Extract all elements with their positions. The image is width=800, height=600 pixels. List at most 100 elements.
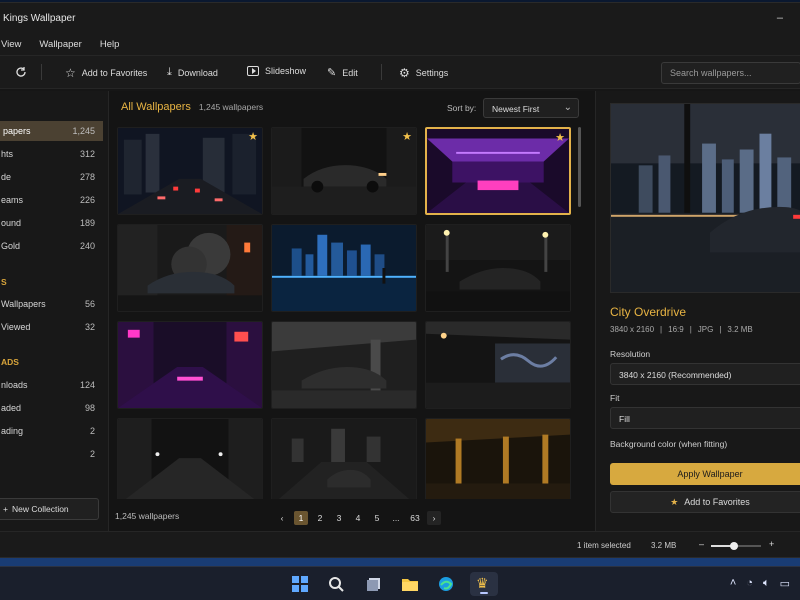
zoom-slider[interactable] xyxy=(711,542,761,550)
wallpaper-grid: ★ ★ ★ xyxy=(117,127,577,499)
sidebar-section-favorites: S xyxy=(1,277,7,287)
page-2[interactable]: 2 xyxy=(313,511,327,525)
download-button[interactable]: ⤓ Download xyxy=(167,66,218,79)
search-input[interactable]: Search wallpapers... xyxy=(661,62,800,84)
tray-chevron-up-icon[interactable]: ˄ xyxy=(730,577,736,590)
add-to-favorites-label: Add to Favorites xyxy=(81,68,148,78)
wallpaper-meta: 3840 x 2160 | 16:9 | JPG | 3.2 MB xyxy=(610,325,753,334)
sidebar-item-all-wallpapers[interactable]: papers 1,245 xyxy=(0,121,103,141)
page-1[interactable]: 1 xyxy=(294,511,308,525)
menu-help[interactable]: Help xyxy=(100,39,120,50)
sort-by-label: Sort by: xyxy=(447,103,477,113)
plus-icon: + xyxy=(3,504,8,514)
sidebar-item-other[interactable]: 2 xyxy=(0,444,103,464)
sidebar-item-nights[interactable]: hts 312 xyxy=(0,144,103,164)
file-explorer-icon[interactable] xyxy=(400,574,420,594)
wifi-icon[interactable]: ◔ xyxy=(746,577,753,590)
sidebar-item-recently-viewed[interactable]: Viewed 32 xyxy=(0,317,103,337)
sidebar-item-count: 56 xyxy=(84,299,95,309)
minimize-button[interactable]: – xyxy=(777,12,783,24)
thumbnail-dark-car-alley[interactable]: ★ xyxy=(271,127,417,215)
sidebar-item-label: ading xyxy=(1,426,24,436)
details-panel: City Overdrive 3840 x 2160 | 16:9 | JPG … xyxy=(595,91,800,531)
sidebar-item-count: 1,245 xyxy=(72,126,95,136)
sidebar-item-label: papers xyxy=(3,126,31,136)
sidebar-item-favorite-wallpapers[interactable]: Wallpapers 56 xyxy=(0,294,103,314)
wallpaper-browser: All Wallpapers 1,245 wallpapers Sort by:… xyxy=(109,91,595,531)
zoom-in-icon[interactable]: + xyxy=(769,539,774,549)
apply-wallpaper-button[interactable]: Apply Wallpaper xyxy=(610,463,800,485)
thumbnail-bridge-car[interactable] xyxy=(271,321,417,409)
sidebar-item-count: 124 xyxy=(79,380,95,390)
download-label: Download xyxy=(177,67,218,78)
thumbnail-wet-avenue[interactable] xyxy=(117,418,263,499)
thumbnail-smoke-car[interactable] xyxy=(117,224,263,312)
favorite-star-icon[interactable]: ★ xyxy=(555,131,565,144)
new-collection-button[interactable]: + New Collection xyxy=(0,498,99,520)
prev-page-icon[interactable]: ‹ xyxy=(275,511,289,525)
resolution-select[interactable]: 3840 x 2160 (Recommended) xyxy=(610,363,800,385)
sidebar-item-count: 278 xyxy=(79,172,95,182)
edit-button[interactable]: ✎ Edit xyxy=(327,66,358,79)
settings-button[interactable]: ⚙ Settings xyxy=(399,66,448,80)
favorite-star-icon[interactable]: ★ xyxy=(402,130,412,143)
kings-wallpaper-taskbar-button[interactable]: ♛ xyxy=(470,572,498,596)
fit-select[interactable]: Fill xyxy=(610,407,800,429)
resolution-label: Resolution xyxy=(610,349,651,359)
thumbnail-golden-bridge[interactable] xyxy=(425,418,571,499)
add-favorites-label: Add to Favorites xyxy=(684,497,750,507)
sidebar-item-underground[interactable]: ound 189 xyxy=(0,213,103,233)
refresh-icon xyxy=(16,67,26,77)
menu-view[interactable]: View xyxy=(1,39,21,50)
new-collection-label: New Collection xyxy=(11,504,69,514)
resolution-text: 3840 x 2160 xyxy=(610,325,655,334)
battery-icon[interactable]: ▭ xyxy=(780,577,790,590)
details-add-favorites-button[interactable]: ★ Add to Favorites xyxy=(610,491,800,513)
file-size: 3.2 MB xyxy=(727,325,753,334)
sidebar-item-downloading[interactable]: ading 2 xyxy=(0,421,103,441)
title-bar: Kings Wallpaper – xyxy=(0,3,800,33)
crown-icon: ♛ xyxy=(476,575,489,591)
thumbnail-purple-tunnel[interactable]: ★ xyxy=(425,127,571,215)
add-to-favorites-button[interactable]: ☆ Add to Favorites xyxy=(65,66,147,80)
refresh-button[interactable] xyxy=(15,66,27,78)
page-4[interactable]: 4 xyxy=(351,511,365,525)
favorite-star-icon[interactable]: ★ xyxy=(248,130,258,143)
thumbnail-blue-skyline[interactable] xyxy=(271,224,417,312)
zoom-out-icon[interactable]: – xyxy=(699,539,704,549)
wallpaper-preview xyxy=(610,103,800,293)
page-3[interactable]: 3 xyxy=(332,511,346,525)
sidebar-item-ride[interactable]: de 278 xyxy=(0,167,103,187)
sidebar-section-downloads: ADS xyxy=(1,357,19,367)
thumbnail-graffiti-bridge[interactable] xyxy=(425,321,571,409)
zoom-slider-handle[interactable] xyxy=(729,542,738,550)
sidebar-item-dreams[interactable]: eams 226 xyxy=(0,190,103,210)
thumbnail-city-street-night[interactable]: ★ xyxy=(117,127,263,215)
sidebar-item-uploaded[interactable]: aded 98 xyxy=(0,398,103,418)
app-title: Kings Wallpaper xyxy=(3,12,76,24)
task-view-icon[interactable] xyxy=(364,574,384,594)
grid-scrollbar[interactable] xyxy=(578,127,581,207)
thumbnail-neon-street[interactable] xyxy=(117,321,263,409)
content-area: papers 1,245 hts 312 de 278 eams 226 oun… xyxy=(0,91,800,531)
windows-start-icon[interactable] xyxy=(290,574,310,594)
menu-wallpaper[interactable]: Wallpaper xyxy=(39,39,81,50)
volume-icon[interactable]: 🔈︎ xyxy=(763,577,770,590)
search-icon[interactable] xyxy=(326,574,346,594)
selection-status: 1 item selected xyxy=(577,541,631,550)
sidebar-item-downloads[interactable]: nloads 124 xyxy=(0,375,103,395)
thumbnail-night-car-lot[interactable] xyxy=(425,224,571,312)
aspect-ratio: 16:9 xyxy=(668,325,684,334)
sidebar-item-gold[interactable]: Gold 240 xyxy=(0,236,103,256)
file-format: JPG xyxy=(697,325,714,334)
sidebar-item-label: eams xyxy=(1,195,24,205)
page-5[interactable]: 5 xyxy=(370,511,384,525)
sort-dropdown[interactable]: Newest First ⌄ xyxy=(483,98,579,118)
browser-title: All Wallpapers xyxy=(121,101,191,113)
sidebar: papers 1,245 hts 312 de 278 eams 226 oun… xyxy=(0,91,109,531)
page-63[interactable]: 63 xyxy=(408,511,422,525)
next-page-icon[interactable]: › xyxy=(427,511,441,525)
edge-browser-icon[interactable] xyxy=(436,574,456,594)
thumbnail-city-road-car[interactable] xyxy=(271,418,417,499)
slideshow-button[interactable]: Slideshow xyxy=(247,66,306,76)
